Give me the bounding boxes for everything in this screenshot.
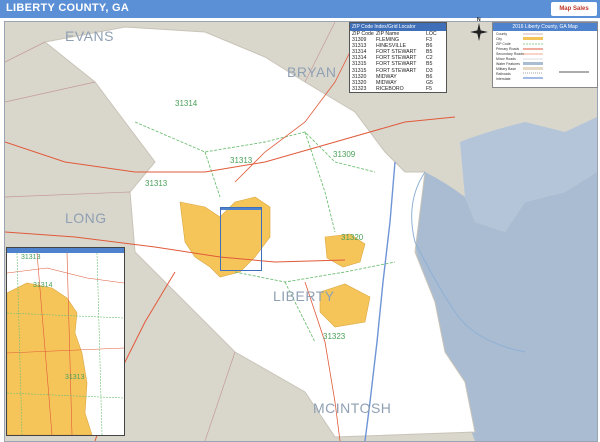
legend-item: County	[496, 32, 508, 36]
map-legend: 2016 Liberty County, GA Map County City …	[492, 22, 598, 88]
zip-index-table: ZIP Code Index/Grid Locator ZIP Code ZIP…	[349, 22, 447, 93]
county-label-liberty: LIBERTY	[273, 288, 335, 304]
publisher-logo: Map Sales	[551, 2, 597, 16]
legend-item: Water Features	[496, 62, 520, 66]
table-row: 31323 RICEBORO F5	[352, 85, 433, 92]
legend-item: ZIP Code	[496, 42, 511, 46]
map-page: LIBERTY COUNTY, GA Map Sales EVANS BRYAN…	[0, 0, 600, 442]
zip-label-31323: 31323	[323, 332, 346, 341]
inset-zip-label: 31313	[21, 254, 41, 261]
legend-item: Minor Roads	[496, 57, 516, 61]
legend-item: City	[496, 37, 503, 41]
inset-map[interactable]: 31313 31314 31313	[6, 247, 125, 436]
county-label-mcintosh: MCINTOSH	[313, 400, 392, 416]
legend-item: Military Base	[496, 67, 517, 71]
legend-title: 2016 Liberty County, GA Map	[493, 23, 597, 31]
zip-label-31320: 31320	[341, 233, 364, 242]
zip-label-31309: 31309	[333, 150, 356, 159]
legend-symbols	[523, 33, 589, 79]
legend-item: Railroads	[496, 72, 511, 76]
county-label-evans: EVANS	[65, 28, 114, 44]
legend-item: Interstate	[496, 77, 511, 81]
compass-rose-icon	[470, 23, 488, 41]
county-label-long: LONG	[65, 210, 107, 226]
title-bar: LIBERTY COUNTY, GA Map Sales	[0, 0, 600, 18]
inset-locator-box[interactable]	[220, 207, 262, 271]
map-title: LIBERTY COUNTY, GA	[6, 2, 130, 14]
county-label-bryan: BRYAN	[287, 64, 337, 80]
zip-label-31313-west: 31313	[145, 179, 168, 188]
zip-label-31313: 31313	[230, 156, 253, 165]
zip-index-header: ZIP Code Index/Grid Locator	[350, 23, 446, 31]
inset-zip-label: 31313	[65, 374, 85, 381]
legend-item: Primary Roads	[496, 47, 520, 51]
inset-drawing	[7, 253, 124, 435]
inset-zip-label: 31314	[33, 282, 53, 289]
legend-item: Secondary Roads	[496, 52, 524, 56]
zip-label-31314: 31314	[175, 99, 198, 108]
